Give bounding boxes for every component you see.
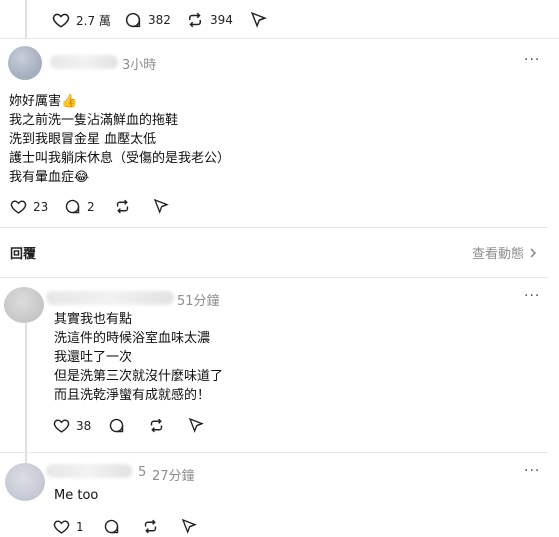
heart-icon (52, 13, 70, 28)
comment-action[interactable]: 2 (64, 198, 95, 215)
divider (0, 452, 548, 453)
divider (0, 38, 559, 39)
more-options-icon[interactable]: ··· (524, 463, 540, 479)
post-name-suffix: 5 (138, 465, 147, 480)
repost-icon (189, 12, 201, 28)
more-options-icon[interactable]: ··· (524, 52, 540, 68)
heart-icon (53, 520, 70, 534)
divider (0, 277, 548, 278)
top-comment-action[interactable]: 382 (124, 11, 171, 29)
avatar[interactable] (4, 287, 44, 323)
post-time: 51分鐘 (177, 294, 220, 309)
share-action[interactable] (181, 518, 197, 534)
post-line: 妳好厲害👍 (9, 94, 78, 109)
comment-icon (125, 12, 141, 28)
comment-count: 382 (148, 13, 171, 27)
comment-action[interactable] (108, 417, 125, 434)
avatar[interactable] (5, 463, 45, 501)
comment-action[interactable] (103, 518, 120, 535)
post-line: 其實我也有點 (54, 312, 133, 327)
repost-icon (116, 199, 129, 214)
post-line: 洗到我眼冒金星 血壓太低 (9, 132, 157, 147)
share-icon (153, 198, 169, 214)
like-count: 23 (33, 199, 49, 214)
post-line: 洗這件的時候浴室血味太濃 (54, 331, 211, 346)
share-icon (188, 417, 204, 433)
view-activity-label: 查看動態 (472, 247, 525, 262)
more-options-icon[interactable]: ··· (524, 288, 540, 304)
repost-action[interactable] (114, 198, 131, 215)
post-time: 27分鐘 (152, 469, 195, 484)
comment-icon (104, 519, 119, 534)
like-count: 2.7 萬 (76, 13, 111, 28)
comment-icon (109, 418, 124, 433)
post-line: 我之前洗一隻沾滿鮮血的拖鞋 (9, 113, 179, 128)
comment-count: 2 (87, 199, 95, 214)
top-share-action[interactable] (250, 11, 267, 28)
repost-action[interactable] (142, 518, 159, 535)
thread-line (25, 0, 27, 38)
post-line: 我還吐了一次 (54, 350, 133, 365)
chevron-right-icon (530, 247, 537, 258)
post-line: 但是洗第三次就沒什麼味道了 (54, 369, 224, 384)
like-action[interactable]: 23 (10, 198, 48, 215)
divider (0, 227, 548, 228)
share-action[interactable] (153, 198, 169, 214)
thread-line (25, 323, 27, 473)
like-count: 38 (76, 418, 92, 433)
comment-icon (65, 199, 80, 214)
repost-count: 394 (210, 13, 233, 27)
like-action[interactable]: 38 (53, 417, 91, 434)
post-time: 3小時 (122, 58, 157, 73)
repost-action[interactable] (148, 417, 165, 434)
reply-button[interactable]: 回覆 (10, 243, 36, 262)
avatar[interactable] (8, 46, 42, 80)
heart-icon (10, 200, 27, 214)
username-redacted[interactable] (46, 464, 132, 478)
top-like-action[interactable]: 2.7 萬 (52, 11, 111, 29)
post-line: 而且洗乾淨蠻有成就感的！ (54, 388, 211, 403)
top-repost-action[interactable]: 394 (186, 11, 233, 29)
repost-icon (150, 418, 163, 433)
share-action[interactable] (188, 417, 204, 433)
share-icon (250, 11, 267, 28)
post-line: 我有暈血症😂 (9, 170, 90, 185)
post-line: 護士叫我躺床休息（受傷的是我老公） (9, 151, 231, 166)
heart-icon (53, 419, 70, 433)
repost-icon (144, 519, 157, 534)
username-redacted[interactable] (50, 55, 118, 69)
username-redacted[interactable] (46, 291, 174, 305)
like-count: 1 (76, 519, 84, 534)
share-icon (181, 518, 197, 534)
like-action[interactable]: 1 (53, 518, 84, 535)
view-activity-link[interactable]: 查看動態 (472, 243, 538, 262)
post-line: Me too (54, 488, 99, 503)
